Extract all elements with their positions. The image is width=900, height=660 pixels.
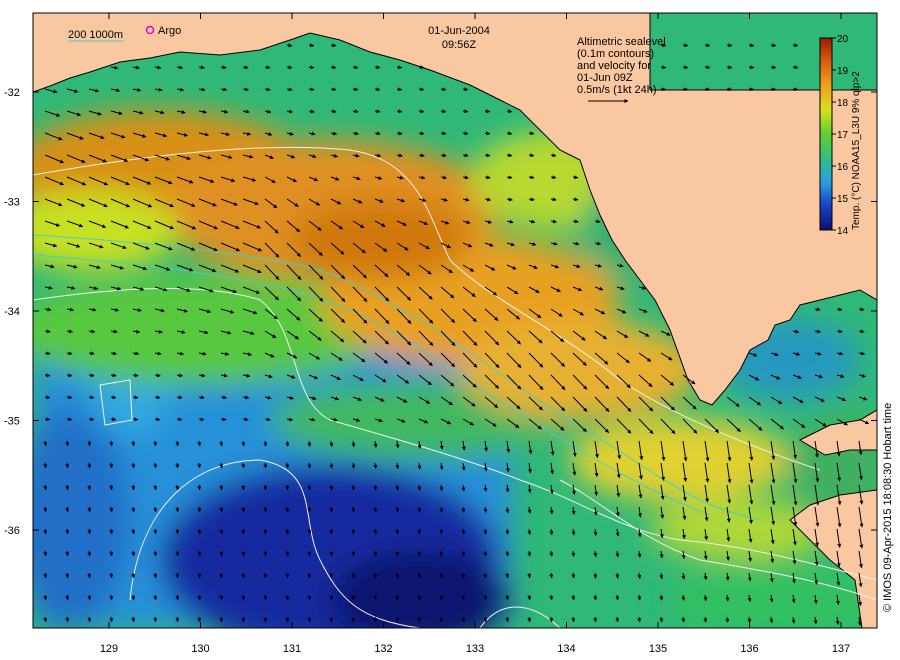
note-line-4: 01-Jun 09Z	[577, 72, 633, 84]
lon-tick-label: 135	[649, 643, 667, 655]
lon-tick-label: 131	[283, 643, 301, 655]
map-date: 01-Jun-2004	[428, 25, 490, 37]
isobath-legend-label: 200 1000m	[68, 29, 123, 41]
lat-tick-label: -35	[4, 416, 20, 428]
colorbar-scale	[819, 37, 833, 231]
credit-text: © IMOS 09-Apr-2015 18:08:30 Hobart time	[882, 403, 894, 612]
lon-tick-label: 129	[100, 643, 118, 655]
colorbar-tick-label: 18	[837, 98, 849, 109]
lon-tick-label: 132	[374, 643, 392, 655]
colorbar-tick-label: 17	[837, 130, 849, 141]
lat-tick-label: -36	[4, 525, 20, 537]
lon-tick-label: 137	[832, 643, 850, 655]
colorbar-title: Temp. (°C) NOAA15_L3U 9% qlp>2	[851, 71, 862, 230]
map-time: 09:56Z	[442, 39, 477, 51]
lon-tick-label: 133	[466, 643, 484, 655]
lon-tick-label: 130	[191, 643, 209, 655]
note-line-1: Altimetric sealevel	[577, 36, 666, 48]
colorbar-tick-label: 19	[837, 66, 849, 77]
colorbar-tick-label: 20	[837, 34, 849, 45]
colorbar-tick-label: 15	[837, 194, 849, 205]
lat-tick-label: -33	[4, 197, 20, 209]
lat-tick-label: -32	[4, 87, 20, 99]
argo-legend-label: Argo	[158, 25, 181, 37]
lon-tick-label: 136	[740, 643, 758, 655]
colorbar-tick-label: 16	[837, 162, 849, 173]
colorbar-tick-label: 14	[837, 226, 849, 237]
lat-tick-label: -34	[4, 306, 20, 318]
lon-tick-label: 134	[557, 643, 575, 655]
sst-map: 129 130 131 132 133 134 135 136 137 -32 -33 -34 -35…	[4, 12, 894, 655]
note-line-2: (0.1m contours)	[577, 48, 654, 60]
note-line-5: 0.5m/s (1kt 24h)	[577, 84, 656, 96]
note-line-3: and velocity for	[577, 60, 651, 72]
